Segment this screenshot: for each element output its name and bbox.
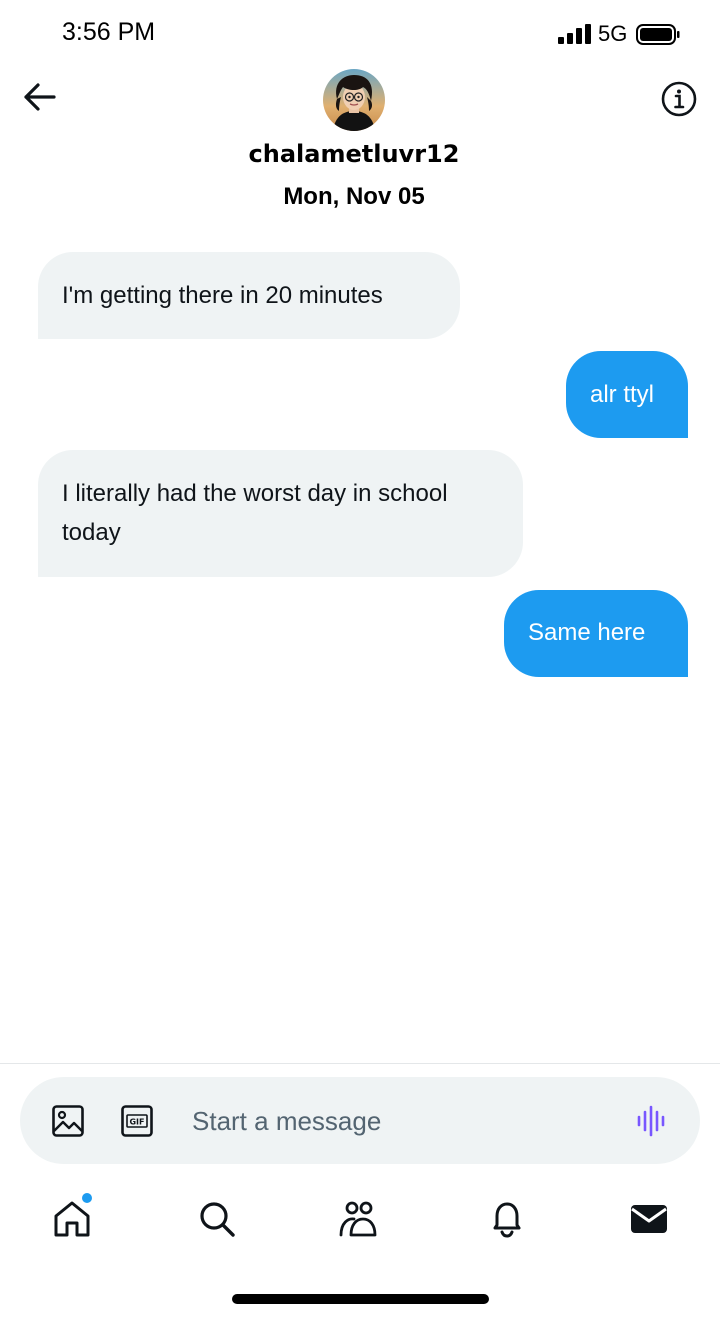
avatar[interactable] [323, 69, 385, 131]
network-type: 5G [598, 21, 628, 46]
home-notification-dot [82, 1193, 92, 1203]
communities-icon[interactable] [337, 1197, 381, 1241]
conversation-date: Mon, Nov 05 [283, 183, 425, 210]
image-icon[interactable] [51, 1104, 85, 1138]
status-time: 3:56 PM [62, 18, 156, 46]
svg-text:GIF: GIF [129, 1118, 144, 1127]
bell-icon[interactable] [485, 1197, 529, 1241]
voice-wave-icon[interactable] [634, 1103, 670, 1139]
gif-icon[interactable]: GIF [120, 1104, 154, 1138]
home-indicator [232, 1294, 489, 1304]
message-sent[interactable]: Same here [504, 590, 688, 677]
conversation-username[interactable]: chalametluvr12 [0, 140, 708, 168]
composer-divider [0, 1063, 720, 1064]
message-received[interactable]: I'm getting there in 20 minutes [38, 252, 460, 339]
search-icon[interactable] [195, 1197, 239, 1241]
message-sent[interactable]: alr ttyl [566, 351, 688, 438]
arrow-left-icon[interactable] [18, 76, 60, 118]
signal-icon [558, 24, 591, 44]
message-input[interactable] [186, 1100, 598, 1142]
mail-icon[interactable] [627, 1197, 671, 1241]
home-icon[interactable] [50, 1197, 94, 1241]
info-icon[interactable] [660, 80, 698, 118]
battery-icon [636, 24, 680, 45]
message-received[interactable]: I literally had the worst day in school … [38, 450, 523, 577]
